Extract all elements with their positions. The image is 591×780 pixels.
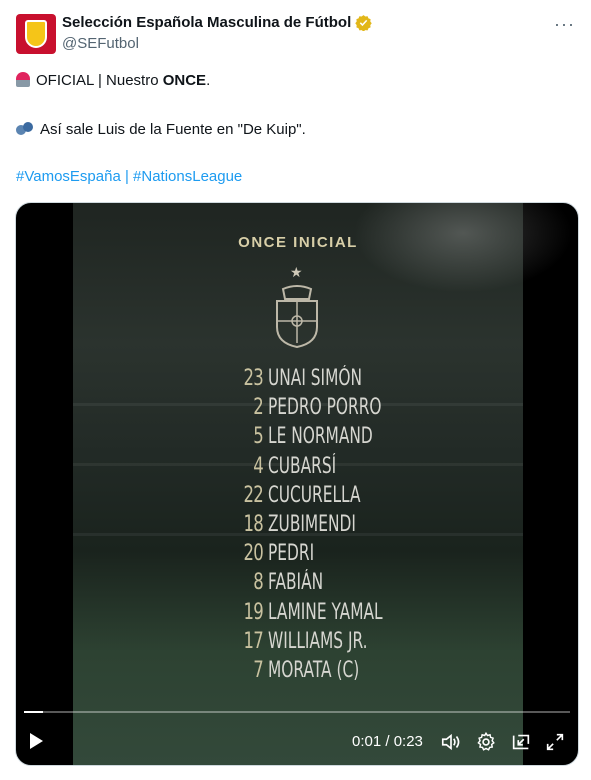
player-name: LE NORMAND: [268, 424, 373, 450]
player-number: 20: [243, 541, 264, 567]
player-number: 2: [253, 395, 264, 421]
progress-fill: [24, 711, 44, 713]
tweet-text: OFICIAL | Nuestro: [36, 72, 163, 89]
player-name: UNAI SIMÓN: [268, 366, 363, 391]
volume-icon[interactable]: [440, 731, 462, 753]
play-icon[interactable]: [30, 733, 43, 749]
star-icon: ★: [290, 264, 303, 280]
fullscreen-icon[interactable]: [544, 731, 566, 753]
player-row: 7 MORATA (C): [233, 658, 513, 687]
video-controls: 0:01 / 0:23: [16, 719, 578, 765]
player-name: CUCURELLA: [268, 482, 361, 508]
player-row: 17 WILLIAMS JR.: [233, 629, 513, 658]
author-name-row[interactable]: Selección Española Masculina de Fútbol: [62, 14, 372, 31]
player-name: FABIÁN: [268, 570, 324, 596]
pip-icon[interactable]: [510, 731, 532, 753]
tweet-text-suffix: .: [206, 72, 211, 89]
spain-crest-icon: [276, 285, 318, 349]
player-number: 4: [253, 453, 264, 479]
player-number: 7: [253, 657, 264, 683]
tweet-line-1: OFICIAL | Nuestro ONCE.: [16, 72, 210, 89]
player-row: 22 CUCURELLA: [233, 483, 513, 512]
player-number: 18: [243, 511, 264, 537]
player-row: 23 UNAI SIMÓN: [233, 366, 513, 395]
player-row: 20 PEDRI: [233, 541, 513, 570]
video-title: ONCE INICIAL: [238, 234, 358, 251]
player-name: WILLIAMS JR.: [268, 628, 368, 654]
more-icon[interactable]: ···: [554, 14, 575, 35]
people-icon: [16, 122, 34, 136]
verified-badge-icon: [355, 15, 372, 31]
player-number: 5: [253, 424, 264, 450]
player-number: 17: [243, 628, 264, 654]
player-name: PEDRO PORRO: [268, 395, 382, 421]
time-display: 0:01 / 0:23: [352, 733, 423, 750]
player-name: PEDRI: [268, 541, 315, 567]
player-row: 18 ZUBIMENDI: [233, 512, 513, 541]
tweet-line-2: Así sale Luis de la Fuente en "De Kuip".: [16, 121, 306, 138]
player-name: LAMINE YAMAL: [268, 599, 383, 625]
tweet-bold-text: ONCE: [162, 72, 207, 89]
gear-icon[interactable]: [475, 731, 497, 753]
display-name[interactable]: Selección Española Masculina de Fútbol: [62, 14, 351, 31]
player-row: 8 FABIÁN: [233, 570, 513, 599]
hashtags[interactable]: #VamosEspaña | #NationsLeague: [16, 168, 242, 185]
video-player[interactable]: ONCE INICIAL ★ 23 UNAI SIMÓN 2 PEDRO PORRO…: [15, 202, 579, 766]
player-name: CUBARSÍ: [268, 453, 337, 479]
siren-icon: [16, 72, 30, 87]
player-row: 5 LE NORMAND: [233, 424, 513, 453]
lineup-list: 23 UNAI SIMÓN 2 PEDRO PORRO 5 LE NORMAND 4C…: [233, 366, 513, 687]
player-number: 22: [243, 482, 264, 508]
player-row: 4 CUBARSÍ: [233, 454, 513, 483]
player-number: 23: [243, 366, 264, 391]
crest-icon: [25, 20, 47, 48]
user-handle[interactable]: @SEFutbol: [62, 35, 139, 52]
player-number: 19: [243, 599, 264, 625]
avatar[interactable]: [16, 14, 56, 54]
player-row: 19 LAMINE YAMAL: [233, 600, 513, 629]
progress-bar[interactable]: [24, 711, 570, 713]
player-number: 8: [253, 570, 264, 596]
player-name: ZUBIMENDI: [268, 511, 356, 537]
tweet-text-2: Así sale Luis de la Fuente en "De Kuip".: [40, 121, 306, 138]
video-frame[interactable]: ONCE INICIAL ★ 23 UNAI SIMÓN 2 PEDRO PORRO…: [73, 203, 573, 765]
player-name: MORATA (C): [268, 657, 360, 683]
player-row: 2 PEDRO PORRO: [233, 395, 513, 424]
